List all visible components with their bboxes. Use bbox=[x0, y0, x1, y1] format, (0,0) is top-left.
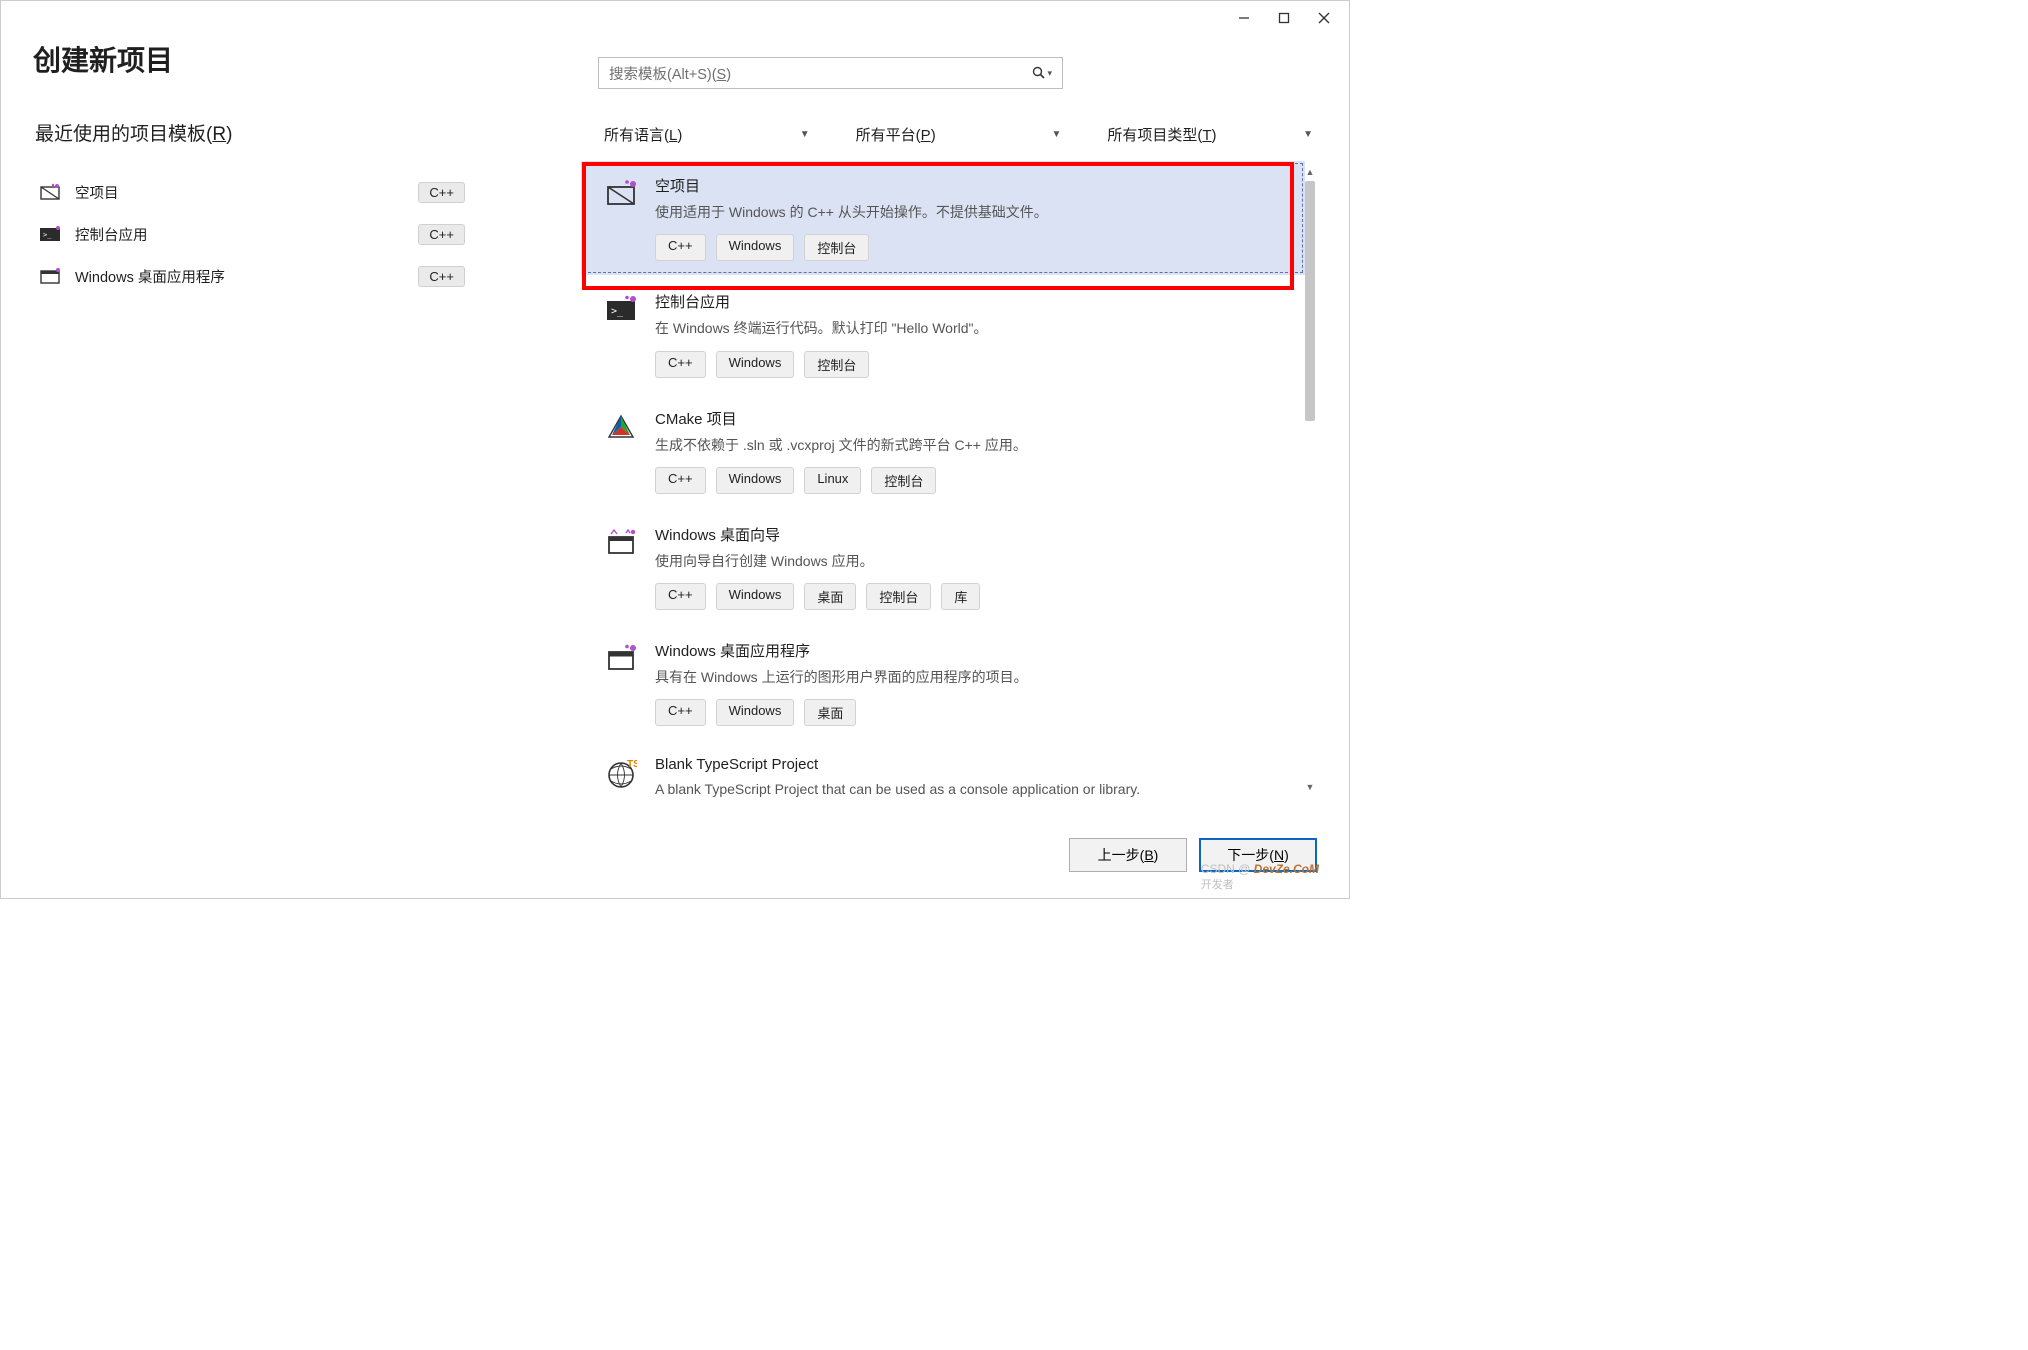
template-tags: C++ Windows 桌面 bbox=[655, 699, 1289, 726]
template-description: 使用适用于 Windows 的 C++ 从头开始操作。不提供基础文件。 bbox=[655, 202, 1289, 222]
recent-templates-list: 空项目 C++ >_ 控制台应用 C++ Windows 桌面应用程序 C++ bbox=[35, 171, 469, 297]
svg-text:TS: TS bbox=[627, 759, 637, 770]
scroll-up-button[interactable]: ▲ bbox=[1303, 165, 1317, 179]
template-title: CMake 项目 bbox=[655, 408, 1289, 429]
scroll-down-button[interactable]: ▼ bbox=[1303, 780, 1317, 794]
template-tag: 桌面 bbox=[804, 583, 856, 610]
project-type-filter-dropdown[interactable]: 所有项目类型(T) ▼ bbox=[1101, 119, 1319, 151]
filters-row: 所有语言(L) ▼ 所有平台(P) ▼ 所有项目类型(T) ▼ bbox=[598, 119, 1319, 151]
template-tag: 控制台 bbox=[866, 583, 931, 610]
recent-heading-text: 最近使用的项目模板( bbox=[35, 124, 212, 145]
template-tag: Windows bbox=[716, 583, 795, 610]
template-tags: C++ Windows Linux 控制台 bbox=[655, 467, 1289, 494]
scrollbar-thumb[interactable] bbox=[1305, 181, 1315, 421]
template-tag: Windows bbox=[716, 351, 795, 378]
template-tag: C++ bbox=[655, 699, 706, 726]
typescript-icon: TS bbox=[605, 758, 637, 790]
template-tags: C++ Windows 控制台 bbox=[655, 234, 1289, 261]
template-tag: Windows bbox=[716, 234, 795, 261]
chevron-down-icon: ▼ bbox=[800, 129, 810, 140]
template-tag: 控制台 bbox=[804, 351, 869, 378]
template-tag: C++ bbox=[655, 351, 706, 378]
template-tag: 控制台 bbox=[804, 234, 869, 261]
recent-heading-accel: R bbox=[212, 124, 226, 145]
recent-item-empty-project[interactable]: 空项目 C++ bbox=[35, 171, 469, 213]
template-title: Blank TypeScript Project bbox=[655, 756, 1289, 773]
template-card[interactable]: >_ 控制台应用在 Windows 终端运行代码。默认打印 "Hello Worl… bbox=[581, 277, 1305, 391]
desktop-app-icon bbox=[605, 642, 637, 674]
template-card[interactable]: 空项目使用适用于 Windows 的 C++ 从头开始操作。不提供基础文件。 C+… bbox=[581, 161, 1305, 275]
template-description: 在 Windows 终端运行代码。默认打印 "Hello World"。 bbox=[655, 318, 1289, 338]
template-tag: Windows bbox=[716, 467, 795, 494]
platform-filter-dropdown[interactable]: 所有平台(P) ▼ bbox=[850, 119, 1068, 151]
template-tags: C++ Windows 控制台 bbox=[655, 351, 1289, 378]
chevron-down-icon: ▼ bbox=[1051, 129, 1061, 140]
recent-item-label: 控制台应用 bbox=[75, 224, 404, 245]
recent-item-label: Windows 桌面应用程序 bbox=[75, 266, 404, 287]
recent-item-windows-desktop-app[interactable]: Windows 桌面应用程序 C++ bbox=[35, 255, 469, 297]
desktop-app-icon bbox=[39, 265, 61, 287]
template-title: Windows 桌面应用程序 bbox=[655, 640, 1289, 661]
recent-templates-heading: 最近使用的项目模板(R) bbox=[35, 119, 232, 146]
template-tag: 桌面 bbox=[804, 699, 856, 726]
template-tag: Linux bbox=[804, 467, 861, 494]
recent-item-label: 空项目 bbox=[75, 182, 404, 203]
template-tag: 控制台 bbox=[871, 467, 936, 494]
template-tag: C++ bbox=[655, 467, 706, 494]
combo-label: 所有语言(L) bbox=[604, 124, 682, 145]
template-tag: 库 bbox=[941, 583, 980, 610]
close-button[interactable] bbox=[1305, 5, 1343, 31]
template-description: 生成不依赖于 .sln 或 .vcxproj 文件的新式跨平台 C++ 应用。 bbox=[655, 435, 1289, 455]
combo-label: 所有项目类型(T) bbox=[1107, 124, 1216, 145]
window-controls bbox=[1219, 1, 1349, 35]
cmake-icon bbox=[605, 410, 637, 442]
template-description: A blank TypeScript Project that can be u… bbox=[655, 779, 1289, 798]
template-title: Windows 桌面向导 bbox=[655, 524, 1289, 545]
back-button[interactable]: 上一步(B) bbox=[1069, 838, 1187, 872]
template-list-scroll: 空项目使用适用于 Windows 的 C++ 从头开始操作。不提供基础文件。 C+… bbox=[581, 161, 1315, 798]
svg-text:>_: >_ bbox=[611, 306, 624, 317]
recent-item-console-app[interactable]: >_ 控制台应用 C++ bbox=[35, 213, 469, 255]
maximize-button[interactable] bbox=[1265, 5, 1303, 31]
template-list: 空项目使用适用于 Windows 的 C++ 从头开始操作。不提供基础文件。 C+… bbox=[581, 161, 1315, 798]
template-description: 使用向导自行创建 Windows 应用。 bbox=[655, 551, 1289, 571]
language-badge: C++ bbox=[418, 224, 465, 245]
page-title: 创建新项目 bbox=[33, 39, 173, 79]
console-icon: >_ bbox=[39, 223, 61, 245]
combo-label: 所有平台(P) bbox=[856, 124, 936, 145]
template-tag: C++ bbox=[655, 583, 706, 610]
template-scrollbar[interactable]: ▲ ▼ bbox=[1303, 165, 1317, 794]
template-card[interactable]: Windows 桌面应用程序具有在 Windows 上运行的图形用户界面的应用程… bbox=[581, 626, 1305, 740]
template-title: 控制台应用 bbox=[655, 291, 1289, 312]
template-tags: C++ Windows 桌面控制台库 bbox=[655, 583, 1289, 610]
language-filter-dropdown[interactable]: 所有语言(L) ▼ bbox=[598, 119, 816, 151]
search-icon[interactable]: ▾ bbox=[1032, 66, 1052, 80]
template-title: 空项目 bbox=[655, 175, 1289, 196]
template-card[interactable]: Windows 桌面向导使用向导自行创建 Windows 应用。 C++ Windo… bbox=[581, 510, 1305, 624]
recent-heading-text-end: ) bbox=[226, 124, 232, 145]
empty-project-icon bbox=[605, 177, 637, 209]
empty-project-icon bbox=[39, 181, 61, 203]
template-description: 具有在 Windows 上运行的图形用户界面的应用程序的项目。 bbox=[655, 667, 1289, 687]
desktop-wizard-icon bbox=[605, 526, 637, 558]
watermark: CSDN @ DevZe.CoM 开发者 bbox=[1201, 862, 1319, 892]
template-card[interactable]: CMake 项目生成不依赖于 .sln 或 .vcxproj 文件的新式跨平台 … bbox=[581, 394, 1305, 508]
template-tag: Windows bbox=[716, 699, 795, 726]
minimize-button[interactable] bbox=[1225, 5, 1263, 31]
template-tag: C++ bbox=[655, 234, 706, 261]
svg-text:>_: >_ bbox=[43, 231, 52, 239]
search-templates-box[interactable]: 搜索模板(Alt+S)(S) ▾ bbox=[598, 57, 1063, 89]
chevron-down-icon: ▼ bbox=[1303, 129, 1313, 140]
language-badge: C++ bbox=[418, 182, 465, 203]
search-placeholder: 搜索模板(Alt+S)(S) bbox=[609, 63, 1032, 84]
template-card[interactable]: TS Blank TypeScript Project A blank TypeSc… bbox=[581, 742, 1305, 798]
language-badge: C++ bbox=[418, 266, 465, 287]
console-icon: >_ bbox=[605, 293, 637, 325]
